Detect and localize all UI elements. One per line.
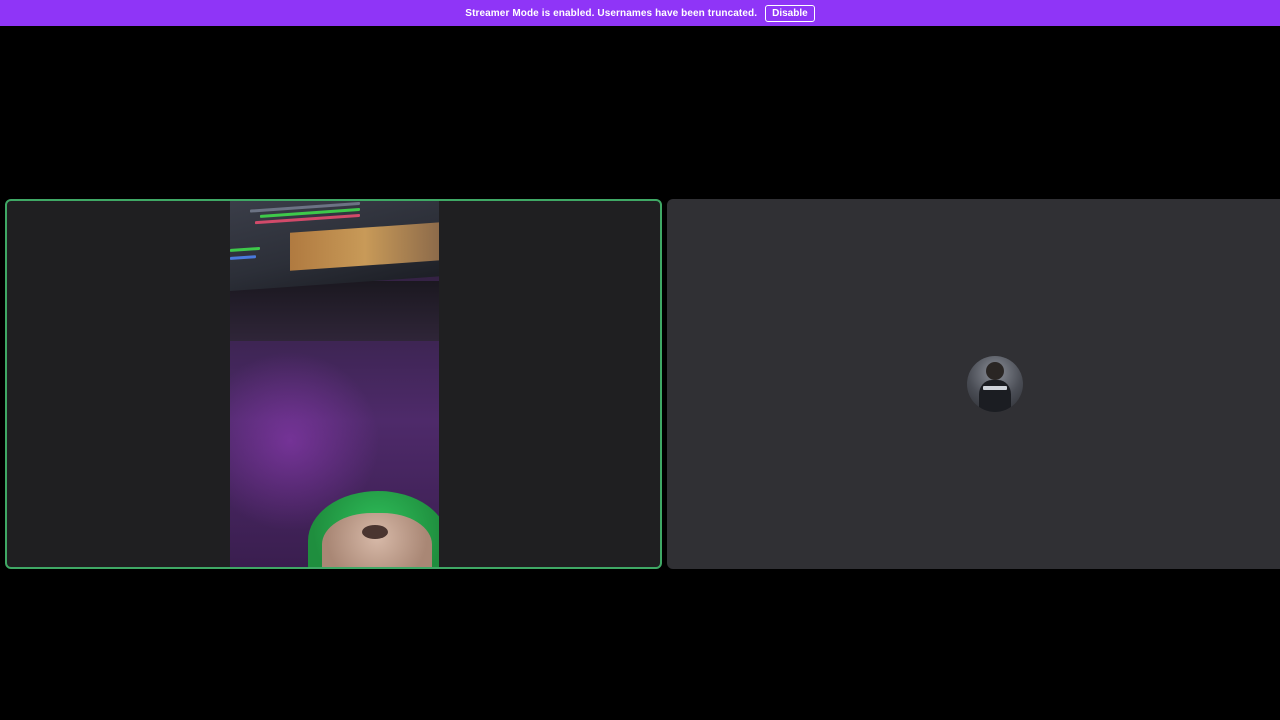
video-background bbox=[230, 281, 439, 341]
voice-call-view: Streamer Mode is enabled. Usernames have… bbox=[0, 0, 1280, 720]
video-monitor-image bbox=[230, 201, 439, 291]
participant-video-tile[interactable] bbox=[5, 199, 662, 569]
video-person-nose bbox=[362, 525, 388, 539]
video-person-face bbox=[322, 513, 432, 567]
streamer-mode-notice: Streamer Mode is enabled. Usernames have… bbox=[0, 0, 1280, 26]
participant-avatar-tile[interactable] bbox=[667, 199, 1280, 569]
avatar bbox=[967, 356, 1023, 412]
camera-video-feed bbox=[230, 201, 439, 567]
streamer-mode-message: Streamer Mode is enabled. Usernames have… bbox=[465, 7, 758, 19]
avatar-head bbox=[986, 362, 1004, 380]
video-monitor-screen bbox=[290, 222, 439, 271]
avatar-jersey bbox=[983, 386, 1007, 390]
avatar-shirt bbox=[979, 380, 1011, 412]
disable-streamer-mode-button[interactable]: Disable bbox=[765, 4, 815, 22]
